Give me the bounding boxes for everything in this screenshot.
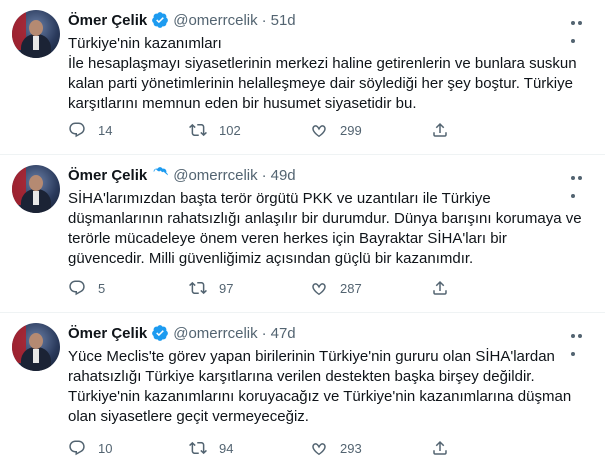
tweet-actions: 14 102 299 — [68, 121, 589, 139]
tweet-line: Türkiye'nin kazanımları — [68, 35, 222, 52]
timestamp[interactable]: 47d — [271, 325, 296, 342]
more-options-icon[interactable] — [571, 325, 591, 356]
retweet-button[interactable]: 102 — [189, 121, 310, 139]
author-handle[interactable]: @omerrcelik — [173, 12, 257, 29]
more-options-icon[interactable] — [571, 12, 591, 43]
timestamp[interactable]: 49d — [271, 167, 296, 184]
reply-icon — [69, 280, 85, 296]
verified-badge-icon — [152, 12, 169, 28]
heart-icon — [312, 125, 326, 138]
reply-count: 14 — [98, 122, 113, 138]
share-button[interactable] — [431, 279, 461, 297]
reply-count: 10 — [98, 440, 113, 456]
tweet-text: Türkiye'nin kazanımları İle hesaplaşmayı… — [68, 34, 589, 114]
author-handle[interactable]: @omerrcelik — [173, 325, 257, 342]
retweet-count: 97 — [219, 280, 234, 296]
tweet-line: Yüce Meclis'te görev yapan birilerinin T… — [68, 348, 555, 365]
tweet[interactable]: Ömer Çelik @omerrcelik · 49d SİHA'larımı… — [0, 155, 605, 313]
tweet-header: Ömer Çelik @omerrcelik · 47d — [68, 323, 589, 343]
like-button[interactable]: 299 — [310, 121, 431, 139]
author-name[interactable]: Ömer Çelik — [68, 325, 147, 342]
separator-dot: · — [261, 324, 267, 342]
tweet-line: güvencedir. Milli güvenliğimiz açısından… — [68, 250, 474, 267]
tweet-line: İle hesaplaşmayı siyasetlerinin merkezi … — [68, 55, 577, 72]
retweet-icon — [189, 123, 207, 137]
like-count: 287 — [340, 280, 362, 296]
more-options-icon[interactable] — [571, 167, 591, 198]
author-name[interactable]: Ömer Çelik — [68, 167, 147, 184]
avatar[interactable] — [12, 323, 60, 371]
author-handle[interactable]: @omerrcelik — [173, 167, 257, 184]
tweet[interactable]: Ömer Çelik @omerrcelik · 51d Türkiye'nin… — [0, 0, 605, 155]
reply-button[interactable]: 5 — [68, 279, 189, 297]
retweet-icon — [189, 441, 207, 455]
tweet-line: SİHA'larımızdan başta terör örgütü PKK v… — [68, 190, 491, 207]
reply-count: 5 — [98, 280, 106, 296]
share-icon — [433, 440, 447, 455]
tweet-text: Yüce Meclis'te görev yapan birilerinin T… — [68, 347, 589, 427]
retweet-button[interactable]: 94 — [189, 439, 310, 457]
tweet-actions: 10 94 293 — [68, 439, 589, 457]
avatar[interactable] — [12, 10, 60, 58]
like-button[interactable]: 287 — [310, 279, 431, 297]
author-name[interactable]: Ömer Çelik — [68, 12, 147, 29]
tweet-line: düşmanlarının rahatsızlığı anlaşılır bir… — [68, 210, 582, 227]
tweet-header: Ömer Çelik @omerrcelik · 51d — [68, 10, 589, 30]
reply-icon — [69, 440, 85, 456]
share-icon — [433, 122, 447, 137]
like-button[interactable]: 293 — [310, 439, 431, 457]
heart-icon — [312, 443, 326, 456]
tweet-line: karşıtlarını memnun eden bir husumet siy… — [68, 95, 417, 112]
tweet-line: rahatsızlığı Türkiye karşıtlarına verile… — [68, 368, 535, 385]
share-button[interactable] — [431, 439, 461, 457]
heart-icon — [312, 283, 326, 296]
retweet-button[interactable]: 97 — [189, 279, 310, 297]
avatar[interactable] — [12, 165, 60, 213]
tweet-line: terörle mücadeleye önem veren herkes içi… — [68, 230, 507, 247]
share-icon — [433, 280, 447, 295]
retweet-count: 102 — [219, 122, 241, 138]
verified-badge-icon — [153, 167, 169, 179]
timestamp[interactable]: 51d — [271, 12, 296, 29]
separator-dot: · — [261, 11, 267, 29]
tweet-line: Türkiye'nin kazanımlarını koruyacağız ve… — [68, 388, 572, 405]
tweet[interactable]: Ömer Çelik @omerrcelik · 47d Yüce Meclis… — [0, 313, 605, 474]
share-button[interactable] — [431, 121, 461, 139]
tweet-actions: 5 97 287 — [68, 279, 589, 297]
like-count: 293 — [340, 440, 362, 456]
retweet-count: 94 — [219, 440, 234, 456]
retweet-icon — [189, 281, 207, 295]
tweet-header: Ömer Çelik @omerrcelik · 49d — [68, 165, 589, 185]
like-count: 299 — [340, 122, 362, 138]
reply-icon — [69, 122, 85, 138]
verified-badge-icon — [152, 325, 169, 341]
separator-dot: · — [261, 166, 267, 184]
reply-button[interactable]: 10 — [68, 439, 189, 457]
reply-button[interactable]: 14 — [68, 121, 189, 139]
tweet-line: kalan parti yönetimlerinin helalleşmeye … — [68, 75, 573, 92]
tweet-line: olan siyasetlere geçit vermeyeceğiz. — [68, 408, 309, 425]
tweet-text: SİHA'larımızdan başta terör örgütü PKK v… — [68, 189, 589, 269]
